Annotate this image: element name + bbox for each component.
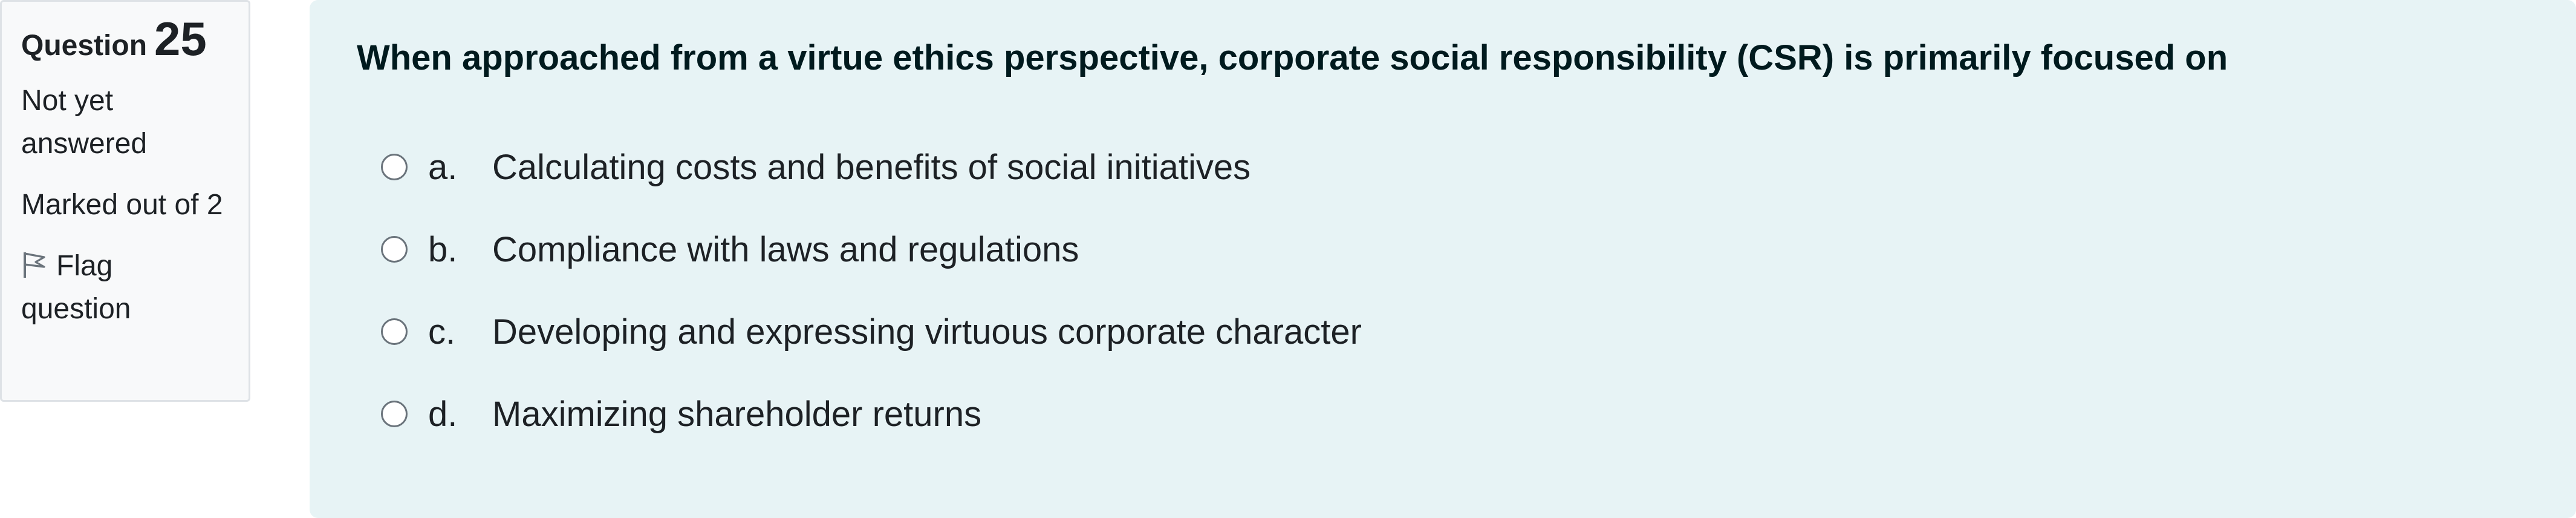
answer-letter: d. — [428, 394, 458, 434]
answer-option-c[interactable]: c. Developing and expressing virtuous co… — [381, 290, 2529, 373]
question-number: 25 — [154, 12, 207, 65]
radio-button-b[interactable] — [381, 236, 408, 263]
flag-icon — [24, 252, 45, 278]
question-info-panel: Question 25 Not yet answered Marked out … — [0, 0, 250, 402]
question-number-heading: Question 25 — [21, 15, 229, 62]
question-grade: Marked out of 2 — [21, 189, 223, 221]
radio-button-a[interactable] — [381, 154, 408, 180]
answer-letter: b. — [428, 229, 458, 269]
question-state: Not yet answered — [21, 85, 148, 160]
answer-letter: a. — [428, 147, 458, 187]
flag-question-link[interactable]: Flag question — [21, 244, 229, 330]
answer-text: Calculating costs and benefits of social… — [492, 147, 1251, 187]
answer-list: a. Calculating costs and benefits of soc… — [381, 126, 2529, 455]
radio-button-c[interactable] — [381, 318, 408, 345]
answer-option-d[interactable]: d. Maximizing shareholder returns — [381, 373, 2529, 455]
quiz-page: Question 25 Not yet answered Marked out … — [0, 0, 2576, 518]
question-text: When approached from a virtue ethics per… — [357, 38, 2228, 77]
answer-text: Developing and expressing virtuous corpo… — [492, 312, 1362, 352]
answer-text: Maximizing shareholder returns — [492, 394, 982, 434]
answer-letter: c. — [428, 312, 456, 352]
answer-text: Compliance with laws and regulations — [492, 229, 1079, 269]
answer-option-a[interactable]: a. Calculating costs and benefits of soc… — [381, 126, 2529, 208]
question-content: When approached from a virtue ethics per… — [310, 0, 2576, 518]
answer-option-b[interactable]: b. Compliance with laws and regulations — [381, 208, 2529, 290]
question-label: Question — [21, 30, 148, 62]
radio-button-d[interactable] — [381, 401, 408, 427]
